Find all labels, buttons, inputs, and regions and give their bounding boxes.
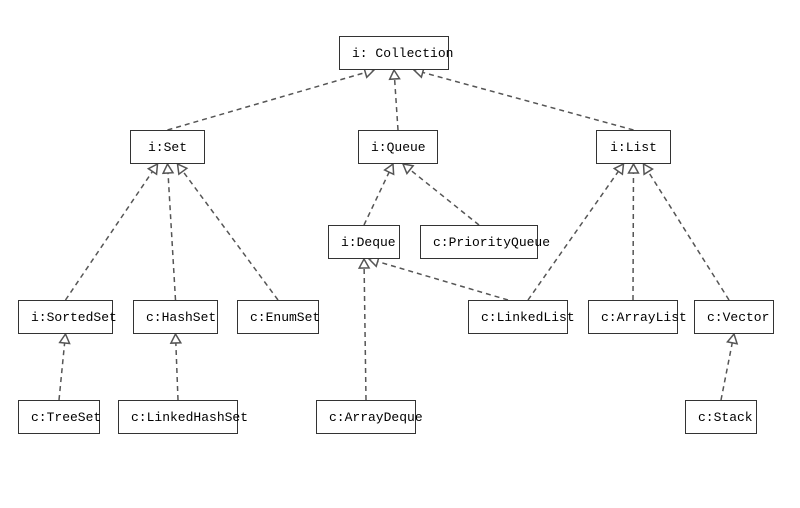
- node-priorityqueue: c:PriorityQueue: [420, 225, 538, 259]
- node-sortedset: i:SortedSet: [18, 300, 113, 334]
- node-linkedhashset: c:LinkedHashSet: [118, 400, 238, 434]
- node-collection: i: Collection: [339, 36, 449, 70]
- node-set: i:Set: [130, 130, 205, 164]
- node-hashset: c:HashSet: [133, 300, 218, 334]
- node-queue: i:Queue: [358, 130, 438, 164]
- node-list: i:List: [596, 130, 671, 164]
- node-vector: c:Vector: [694, 300, 774, 334]
- node-arraylist: c:ArrayList: [588, 300, 678, 334]
- node-enumset: c:EnumSet: [237, 300, 319, 334]
- node-treeset: c:TreeSet: [18, 400, 100, 434]
- node-linkedlist: c:LinkedList: [468, 300, 568, 334]
- node-arraydeque: c:ArrayDeque: [316, 400, 416, 434]
- diagram: i: Collection i:Set i:Queue i:List i:SortedS…: [0, 0, 800, 508]
- node-stack: c:Stack: [685, 400, 757, 434]
- node-deque: i:Deque: [328, 225, 400, 259]
